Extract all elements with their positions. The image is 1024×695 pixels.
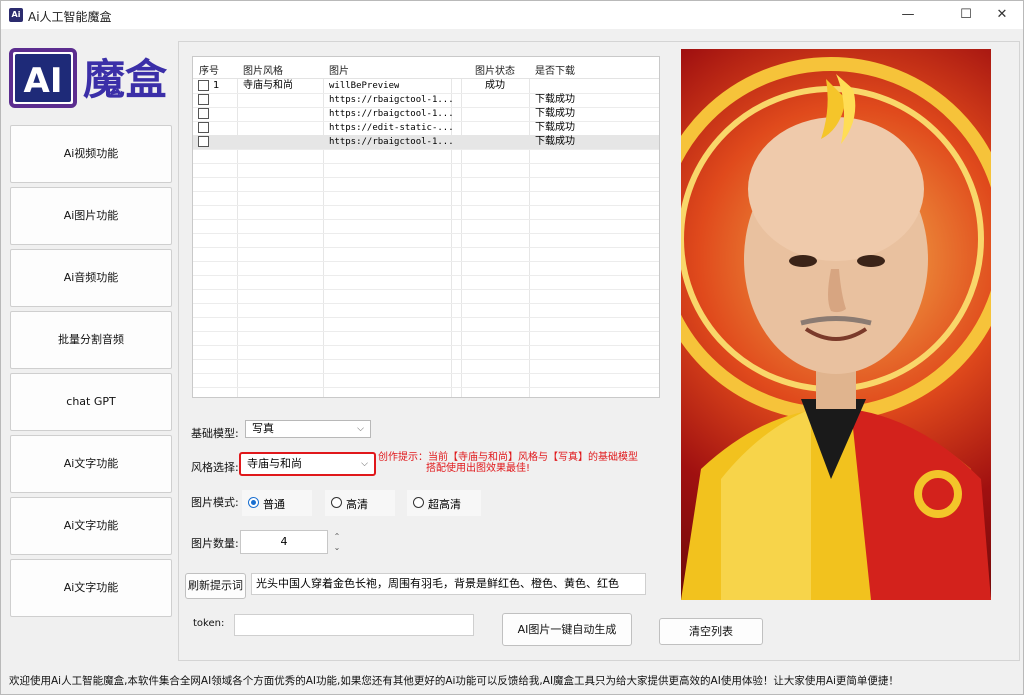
prompt-input[interactable]: 光头中国人穿着金色长袍，周围有羽毛，背景是鲜红色、橙色、黄色、红色	[251, 573, 646, 595]
header-image: 图片	[329, 66, 349, 77]
chevron-down-icon: ⌵	[357, 424, 364, 434]
header-download: 是否下载	[535, 66, 575, 77]
mode-option-label: 普通	[263, 498, 285, 511]
up-down-arrows-icon[interactable]: ⌃ ⌄	[331, 531, 343, 553]
cell-image: willBePreview	[329, 81, 400, 91]
model-select[interactable]: 写真 ⌵	[245, 420, 371, 438]
radio-checked-icon	[248, 497, 259, 508]
mode-option-label: 超高清	[428, 498, 461, 511]
cell-image: https://rbaigctool-1...	[329, 137, 454, 147]
minimize-button[interactable]: —	[885, 1, 931, 29]
sidebar-item-video[interactable]: Ai视频功能	[10, 125, 172, 183]
token-input[interactable]	[234, 614, 474, 636]
table-row[interactable]: https://rbaigctool-1... 下载成功	[193, 135, 659, 149]
header-status: 图片状态	[475, 66, 515, 77]
sidebar-item-split-audio[interactable]: 批量分割音频	[10, 311, 172, 369]
model-select-value: 写真	[252, 422, 274, 435]
cell-style: 寺庙与和尚	[243, 80, 293, 91]
cell-download: 下载成功	[535, 94, 575, 105]
image-task-table[interactable]: 序号 图片风格 图片 图片状态 是否下载 1 寺庙与和尚 willBePrevi…	[192, 56, 660, 398]
cell-download: 下载成功	[535, 108, 575, 119]
row-checkbox[interactable]	[198, 122, 209, 133]
table-row[interactable]: https://edit-static-... 下载成功	[193, 121, 659, 135]
logo-mark: AI	[24, 61, 63, 101]
style-select[interactable]: 寺庙与和尚 ⌵	[239, 452, 376, 476]
image-preview	[681, 49, 991, 600]
monk-portrait-image	[681, 57, 991, 600]
count-stepper[interactable]: 4	[240, 530, 328, 554]
sidebar-item-text-1[interactable]: Ai文字功能	[10, 435, 172, 493]
cell-image: https://rbaigctool-1...	[329, 109, 454, 119]
sidebar-item-text-3[interactable]: Ai文字功能	[10, 559, 172, 617]
header-index: 序号	[199, 66, 219, 77]
app-icon: Ai	[9, 8, 23, 22]
model-label: 基础模型:	[191, 427, 239, 440]
sidebar-item-chatgpt[interactable]: chat GPT	[10, 373, 172, 431]
style-select-value: 寺庙与和尚	[247, 457, 302, 470]
cell-image: https://edit-static-...	[329, 123, 454, 133]
logo: AI 魔盒	[9, 44, 175, 114]
table-row[interactable]: 1 寺庙与和尚 willBePreview 成功	[193, 79, 659, 93]
table-row[interactable]: https://rbaigctool-1... 下载成功	[193, 107, 659, 121]
refresh-prompt-button[interactable]: 刷新提示词	[185, 573, 246, 599]
cell-download: 下载成功	[535, 122, 575, 133]
cell-status: 成功	[485, 80, 505, 91]
logo-text: 魔盒	[83, 55, 168, 104]
mode-label: 图片模式:	[191, 496, 239, 509]
token-label: token:	[193, 618, 225, 629]
window-title: Ai人工智能魔盒	[28, 10, 112, 24]
mode-option-hd[interactable]: 高清	[325, 490, 395, 516]
hint-line-1: 创作提示：当前【寺庙与和尚】风格与【写真】的基础模型	[378, 452, 638, 463]
row-checkbox[interactable]	[198, 80, 209, 91]
mode-option-uhd[interactable]: 超高清	[407, 490, 481, 516]
radio-unchecked-icon	[331, 497, 342, 508]
cell-index: 1	[213, 80, 220, 91]
row-checkbox[interactable]	[198, 108, 209, 119]
mode-option-normal[interactable]: 普通	[242, 490, 312, 516]
table-row[interactable]: https://rbaigctool-1... 下载成功	[193, 93, 659, 107]
sidebar-item-image[interactable]: Ai图片功能	[10, 187, 172, 245]
style-label: 风格选择:	[191, 461, 239, 474]
radio-unchecked-icon	[413, 497, 424, 508]
mode-option-label: 高清	[346, 498, 368, 511]
generate-button[interactable]: AI图片一键自动生成	[502, 613, 632, 646]
header-style: 图片风格	[243, 66, 283, 77]
row-checkbox[interactable]	[198, 136, 209, 147]
cell-download: 下载成功	[535, 136, 575, 147]
hint-line-2: 搭配使用出图效果最佳!	[426, 463, 531, 474]
close-button[interactable]: ✕	[979, 1, 1024, 29]
count-label: 图片数量:	[191, 537, 239, 550]
sidebar-item-text-2[interactable]: Ai文字功能	[10, 497, 172, 555]
clear-list-button[interactable]: 清空列表	[659, 618, 763, 645]
cell-image: https://rbaigctool-1...	[329, 95, 454, 105]
sidebar-item-audio[interactable]: Ai音频功能	[10, 249, 172, 307]
row-checkbox[interactable]	[198, 94, 209, 105]
title-bar: Ai Ai人工智能魔盒 — ☐ ✕	[1, 1, 1023, 29]
chevron-down-icon: ⌵	[361, 459, 368, 469]
app-window: Ai Ai人工智能魔盒 — ☐ ✕ AI 魔盒 Ai视频功能 Ai图片功能 Ai…	[0, 0, 1024, 695]
table-header: 序号 图片风格 图片 图片状态 是否下载	[193, 57, 659, 79]
logo-graphic: AI 魔盒	[9, 48, 168, 108]
status-bar-message: 欢迎使用Ai人工智能魔盒,本软件集合全网AI领域各个方面优秀的AI功能,如果您还…	[9, 675, 899, 687]
